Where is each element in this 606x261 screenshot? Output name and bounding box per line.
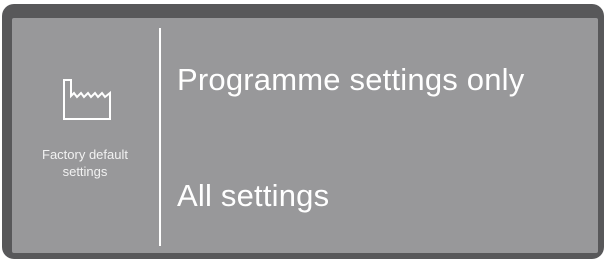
menu-title-line-1: Factory default <box>42 147 128 162</box>
menu-context-panel: Factory default settings <box>12 18 158 253</box>
display-screen: Factory default settings Programme setti… <box>12 18 598 253</box>
menu-title: Factory default settings <box>12 146 158 180</box>
device-frame: Factory default settings Programme setti… <box>2 4 604 259</box>
factory-icon <box>63 79 111 120</box>
panel-divider <box>159 28 161 246</box>
option-programme-settings-only[interactable]: Programme settings only <box>177 62 524 98</box>
menu-title-line-2: settings <box>62 164 108 179</box>
option-all-settings[interactable]: All settings <box>177 178 329 214</box>
